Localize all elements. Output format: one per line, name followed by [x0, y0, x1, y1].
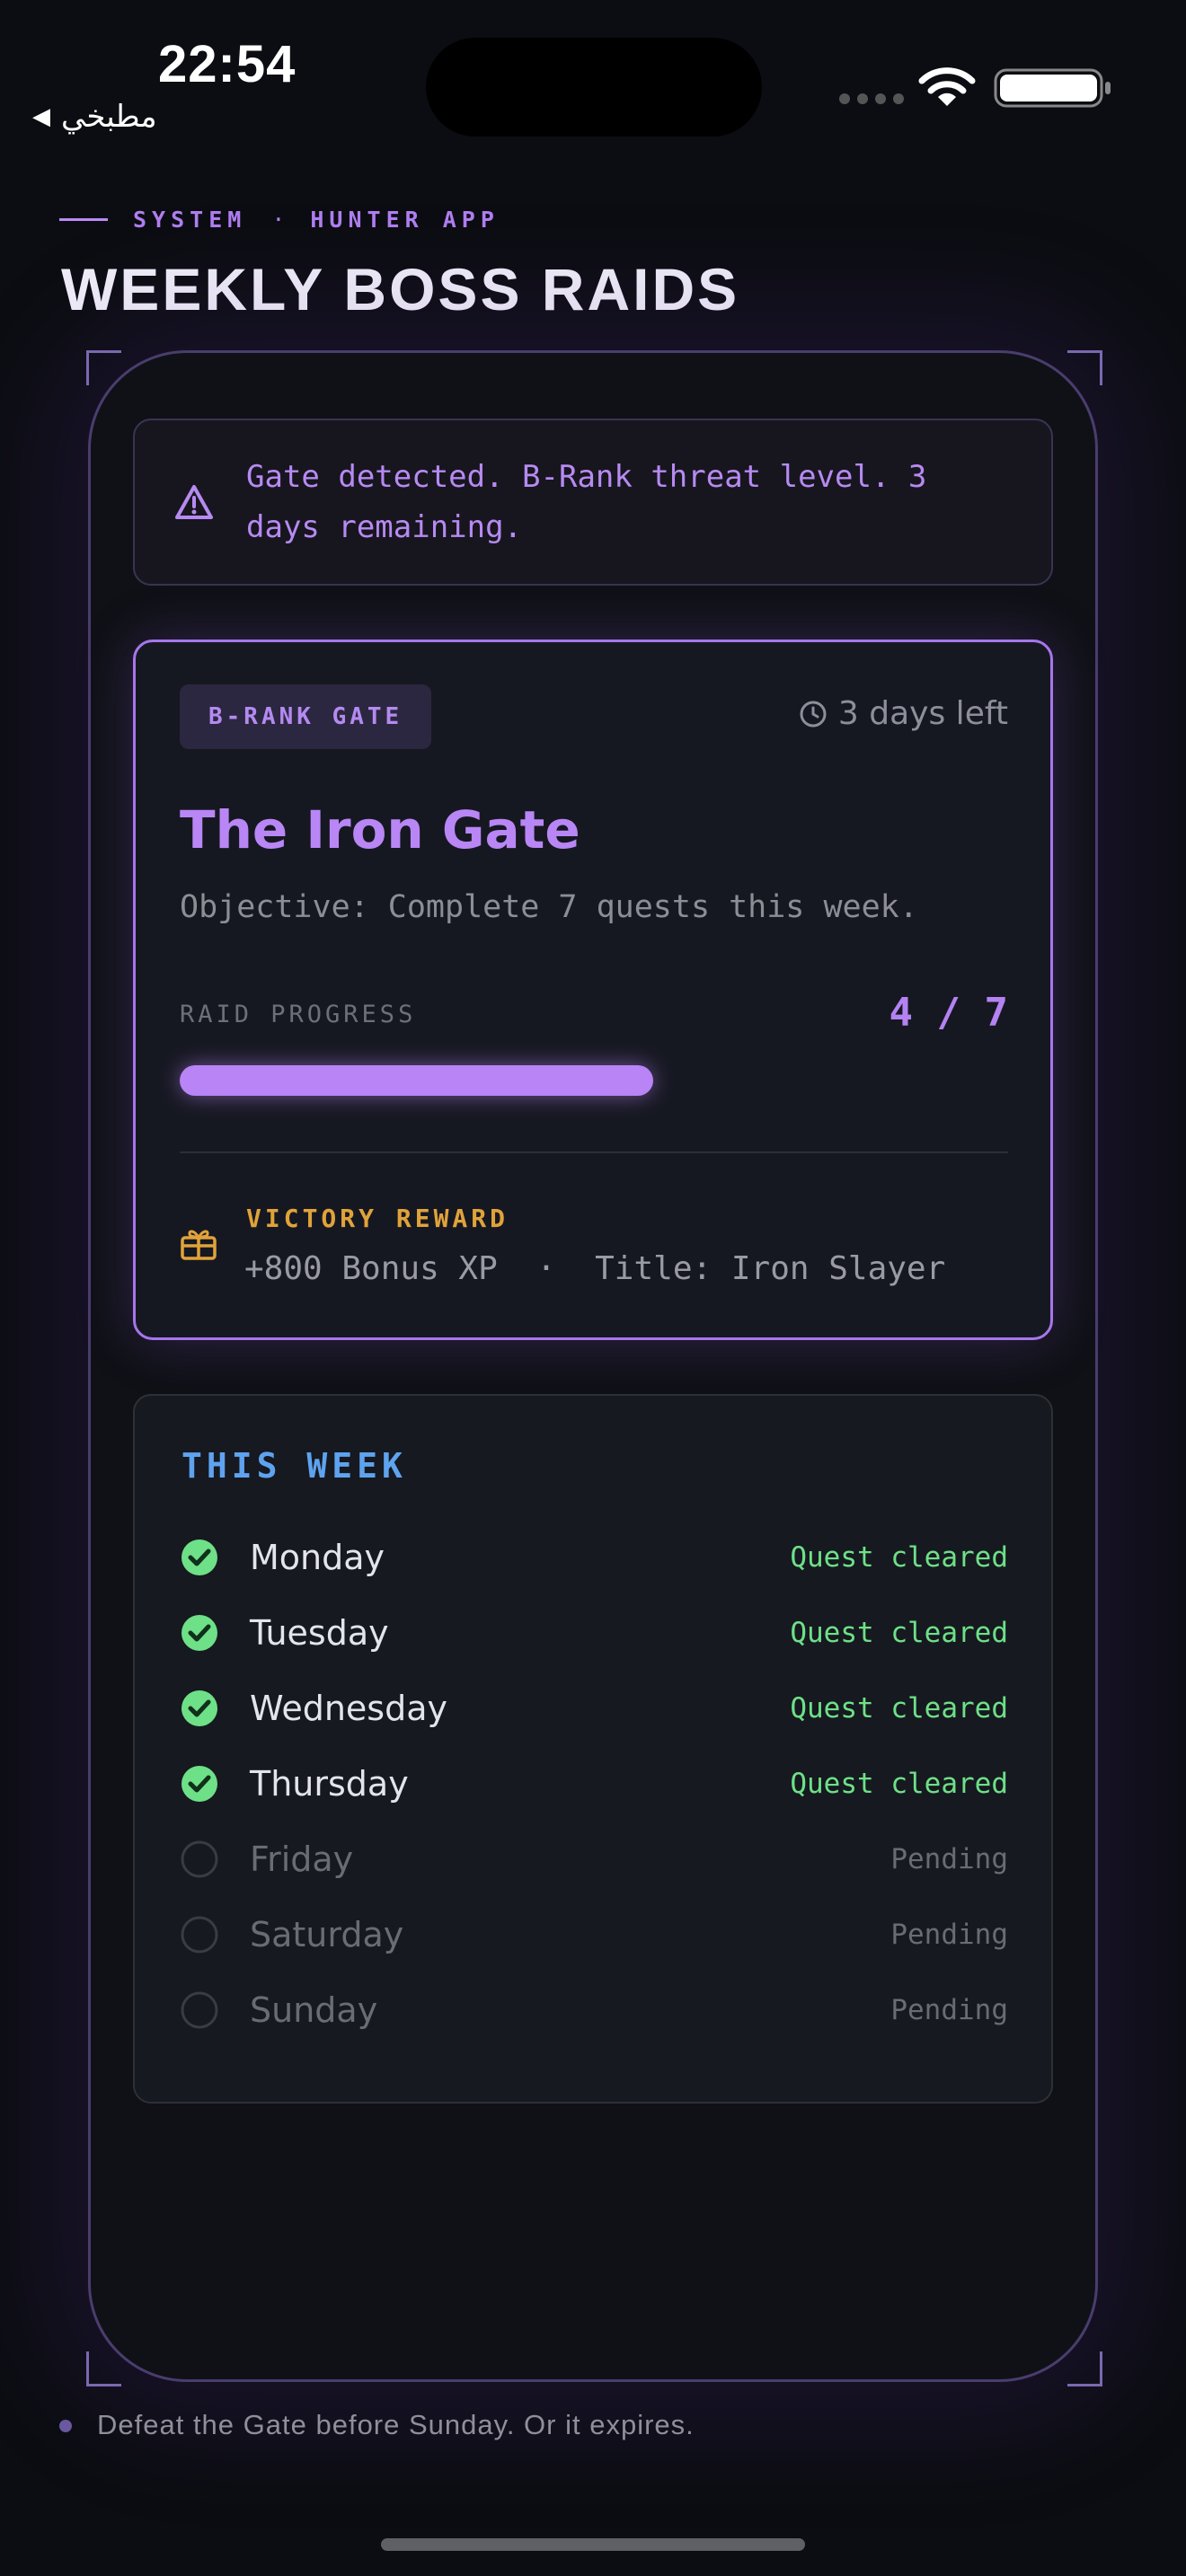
frame-corner-bracket — [86, 350, 121, 385]
check-circle-icon — [181, 1539, 217, 1575]
day-name: Friday — [250, 1839, 354, 1879]
day-status: Pending — [890, 1994, 1008, 2026]
back-to-app-button[interactable]: ◀ مطبخي — [32, 99, 157, 135]
days-left-text: 3 days left — [837, 695, 1008, 732]
check-circle-icon — [181, 1615, 217, 1651]
divider — [180, 1151, 1008, 1153]
raid-name: The Iron Gate — [180, 799, 580, 860]
day-name: Monday — [250, 1538, 385, 1577]
day-name: Tuesday — [250, 1613, 389, 1653]
home-indicator[interactable] — [381, 2538, 805, 2551]
eyebrow-system: SYSTEM — [133, 207, 247, 233]
day-row[interactable]: Monday Quest cleared — [180, 1531, 1008, 1584]
eyebrow-separator: · — [271, 207, 286, 233]
gate-alert: Gate detected. B-Rank threat level. 3 da… — [133, 419, 1053, 586]
raid-objective: Objective: Complete 7 quests this week. — [180, 889, 918, 925]
day-name: Saturday — [250, 1915, 404, 1954]
day-status: Pending — [890, 1843, 1008, 1875]
check-circle-icon — [181, 1766, 217, 1802]
frame-corner-bracket — [1067, 2351, 1102, 2386]
page-title: WEEKLY BOSS RAIDS — [61, 256, 740, 322]
warning-triangle-icon — [175, 485, 213, 519]
day-status: Quest cleared — [790, 1617, 1008, 1649]
status-time: 22:54 — [158, 35, 296, 93]
reward-label: VICTORY REWARD — [246, 1204, 509, 1233]
eyebrow-line — [59, 218, 108, 221]
day-name: Sunday — [250, 1990, 378, 2030]
reward-text: +800 Bonus XP · Title: Iron Slayer — [244, 1250, 946, 1287]
dynamic-island — [426, 38, 762, 137]
rank-badge: B-RANK GATE — [180, 684, 432, 749]
progress-count: 4 / 7 — [889, 990, 1008, 1036]
day-row[interactable]: Sunday Pending — [180, 1983, 1008, 2037]
empty-circle-icon — [181, 1991, 218, 2029]
empty-circle-icon — [181, 1840, 218, 1878]
wifi-icon — [918, 67, 976, 106]
progress-bar-fill — [180, 1065, 653, 1096]
progress-label: RAID PROGRESS — [180, 1001, 417, 1028]
back-app-label: مطبخي — [61, 99, 157, 135]
day-status: Pending — [890, 1919, 1008, 1951]
footer-bullet — [59, 2420, 72, 2432]
day-row[interactable]: Saturday Pending — [180, 1908, 1008, 1962]
cellular-signal-icon — [839, 93, 904, 104]
eyebrow: SYSTEM · HUNTER APP — [59, 207, 500, 233]
eyebrow-app: HUNTER APP — [310, 207, 500, 233]
frame-corner-bracket — [1067, 350, 1102, 385]
clock-icon — [800, 701, 827, 727]
empty-circle-icon — [181, 1916, 218, 1954]
footer-note: Defeat the Gate before Sunday. Or it exp… — [97, 2409, 695, 2440]
day-status: Quest cleared — [790, 1768, 1008, 1800]
progress-bar — [180, 1065, 1008, 1096]
day-status: Quest cleared — [790, 1692, 1008, 1725]
day-status: Quest cleared — [790, 1541, 1008, 1574]
day-name: Thursday — [250, 1764, 409, 1804]
check-circle-icon — [181, 1690, 217, 1726]
day-name: Wednesday — [250, 1689, 448, 1728]
gift-icon — [181, 1230, 217, 1260]
back-triangle-icon: ◀ — [32, 103, 50, 130]
days-left: 3 days left — [794, 695, 1008, 732]
day-row[interactable]: Friday Pending — [180, 1832, 1008, 1886]
day-row[interactable]: Tuesday Quest cleared — [180, 1606, 1008, 1660]
battery-icon — [994, 68, 1111, 108]
day-row[interactable]: Wednesday Quest cleared — [180, 1681, 1008, 1735]
frame-corner-bracket — [86, 2351, 121, 2386]
day-row[interactable]: Thursday Quest cleared — [180, 1757, 1008, 1811]
week-title: THIS WEEK — [181, 1446, 407, 1486]
alert-message: Gate detected. B-Rank threat level. 3 da… — [246, 459, 927, 545]
